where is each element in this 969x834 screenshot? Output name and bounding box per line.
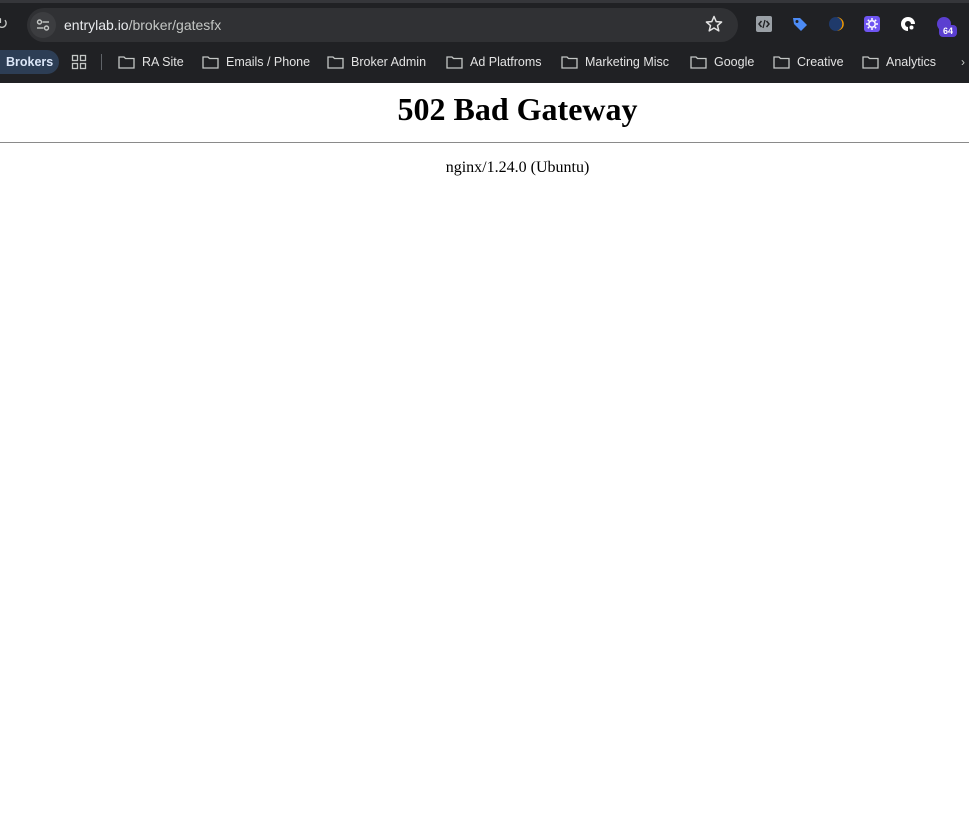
url-text[interactable]: entrylab.io/broker/gatesfx (64, 16, 221, 34)
bookmarks-divider (101, 54, 102, 70)
folder-icon (690, 56, 707, 69)
folder-icon (773, 56, 790, 69)
folder-icon (862, 56, 879, 69)
privacy-extension-icon[interactable] (899, 15, 917, 33)
bookmark-label: RA Site (142, 55, 184, 69)
folder-icon (118, 56, 135, 69)
bookmark-label: Ad Platfroms (470, 55, 542, 69)
tag-extension-icon[interactable] (791, 15, 809, 33)
bookmark-label: Analytics (886, 55, 937, 69)
bookmark-label: Marketing Misc (585, 55, 670, 69)
reload-icon[interactable]: ↻ (0, 16, 8, 34)
folder-icon (202, 56, 219, 69)
server-signature: nginx/1.24.0 (Ubuntu) (445, 159, 590, 176)
bookmark-label: Google (714, 55, 755, 69)
bookmark-label: Creative (797, 55, 844, 69)
tab-strip-edge (0, 0, 969, 3)
apps-grid-icon[interactable] (71, 54, 87, 70)
bookmarks-overflow-chevron-icon[interactable]: › (961, 55, 965, 69)
browser-chrome: ↻ entrylab.io/broker/gatesfx 64 Brokers … (0, 0, 969, 83)
url-domain: entrylab.io (64, 17, 129, 33)
moon-extension-icon[interactable] (827, 15, 845, 33)
bookmark-group-brokers[interactable]: Brokers (0, 50, 60, 74)
gear-extension-icon[interactable] (863, 15, 881, 33)
page-content: 502 Bad Gateway nginx/1.24.0 (Ubuntu) (0, 83, 969, 834)
extension-badge-count: 64 (939, 25, 957, 37)
code-extension-icon[interactable] (755, 15, 773, 33)
page-title: 502 Bad Gateway (397, 91, 638, 127)
url-path: /broker/gatesfx (128, 17, 222, 33)
bookmark-label: Broker Admin (351, 55, 427, 69)
bookmark-star-icon[interactable] (704, 14, 724, 34)
folder-icon (446, 56, 463, 69)
site-info-icon[interactable] (30, 12, 56, 38)
divider (0, 142, 969, 143)
folder-icon (561, 56, 578, 69)
bookmark-label: Emails / Phone (226, 55, 311, 69)
bookmarks-bar: Brokers RA Site Emails / Phone Broker Ad… (0, 48, 969, 76)
folder-icon (327, 56, 344, 69)
